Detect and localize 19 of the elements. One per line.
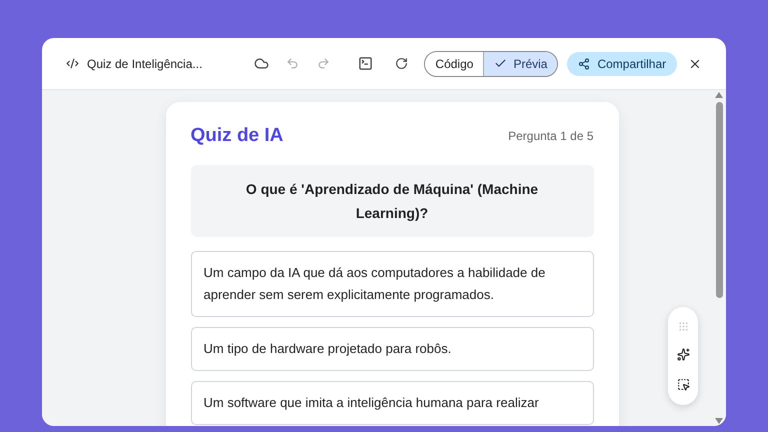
code-icon xyxy=(66,57,79,70)
sparkle-icon[interactable] xyxy=(676,348,690,362)
answer-option[interactable]: Um software que imita a inteligência humana para realizar xyxy=(190,380,594,424)
answer-option[interactable]: Um tipo de hardware projetado para robôs. xyxy=(190,326,594,370)
progress-text: Pergunta 1 de 5 xyxy=(508,128,594,146)
answer-option[interactable]: Um campo da IA que dá aos computadores a habilidade de aprender sem serem explicitamente programados. xyxy=(190,250,594,316)
window-title: Quiz de Inteligência... xyxy=(87,56,202,72)
question-text: O que é 'Aprendizado de Máquina' (Machine Learning)? xyxy=(190,164,594,236)
cloud-icon[interactable] xyxy=(254,56,270,71)
drag-handle-icon[interactable] xyxy=(678,321,688,332)
share-button[interactable]: Compartilhar xyxy=(567,52,678,76)
select-element-icon[interactable] xyxy=(676,378,690,391)
scrollbar-thumb[interactable] xyxy=(716,102,722,298)
share-icon xyxy=(578,58,590,70)
scroll-down-icon[interactable] xyxy=(715,418,723,424)
quiz-title: Quiz de IA xyxy=(190,124,284,148)
refresh-icon[interactable] xyxy=(395,57,408,70)
terminal-icon[interactable] xyxy=(358,56,374,71)
view-tab[interactable]: Prévia xyxy=(483,52,558,76)
